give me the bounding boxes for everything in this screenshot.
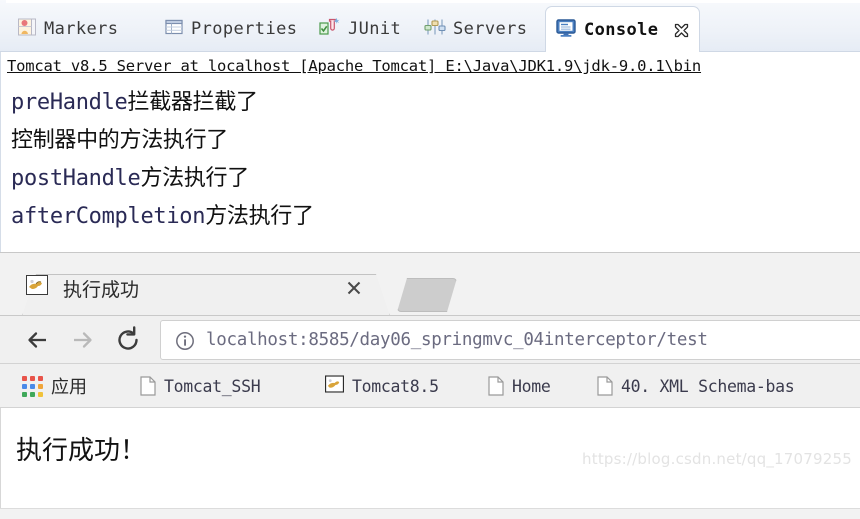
junit-icon <box>319 17 341 42</box>
browser-tabstrip: 执行成功 <box>0 264 860 316</box>
console-line: 控制器中的方法执行了 <box>11 122 860 160</box>
bookmark-home-label: Home <box>512 376 551 396</box>
console-line-ascii: preHandle <box>11 90 128 115</box>
panel-divider <box>0 252 860 256</box>
browser-tab-title: 执行成功 <box>63 279 140 301</box>
page-icon <box>597 376 613 396</box>
console-line: afterCompletion方法执行了 <box>11 198 860 236</box>
markers-icon <box>17 17 37 42</box>
console-line-cn: 拦截器拦截了 <box>127 90 259 115</box>
console-process-header: Tomcat v8.5 Server at localhost [Apache … <box>7 57 702 75</box>
tab-servers-label: Servers <box>453 18 528 39</box>
bookmark-apps[interactable]: 应用 <box>22 372 87 400</box>
bookmarks-bar: 应用 Tomcat_SSH Tomcat8.5 Home 40. XML Sch… <box>0 364 860 408</box>
browser-toolbar: localhost:8585/day06_springmvc_04interce… <box>0 316 860 364</box>
bookmark-tomcat85-label: Tomcat8.5 <box>352 376 439 396</box>
page-icon <box>488 376 504 396</box>
eclipse-view-tabbar: Markers Properties JUnit Servers Console <box>0 0 860 53</box>
browser-tab-inactive[interactable] <box>397 278 457 312</box>
eclipse-console-panel: Markers Properties JUnit Servers Console… <box>0 0 860 256</box>
tab-markers-label: Markers <box>44 18 119 39</box>
tab-close-icon[interactable] <box>345 279 363 297</box>
page-icon <box>140 376 156 396</box>
bookmark-tomcat85[interactable]: Tomcat8.5 <box>325 372 439 400</box>
tab-properties[interactable]: Properties <box>155 6 306 52</box>
bookmark-xml-schema[interactable]: 40. XML Schema-bas <box>597 372 795 400</box>
tab-markers[interactable]: Markers <box>8 6 127 52</box>
tab-servers[interactable]: Servers <box>415 6 536 52</box>
console-line-cn: 控制器中的方法执行了 <box>11 128 229 153</box>
bookmark-xml-schema-label: 40. XML Schema-bas <box>621 376 795 396</box>
page-content: 执行成功！ https://blog.csdn.net/qq_17079255 <box>0 408 860 518</box>
tomcat-favicon <box>325 375 344 397</box>
tab-console-label: Console <box>584 19 659 40</box>
tab-junit[interactable]: JUnit <box>310 6 410 52</box>
console-line-cn: 方法执行了 <box>205 204 314 229</box>
address-bar-url[interactable]: localhost:8585/day06_springmvc_04interce… <box>206 330 708 350</box>
console-line-cn: 方法执行了 <box>140 166 249 191</box>
console-log-lines: preHandle拦截器拦截了 控制器中的方法执行了 postHandle方法执… <box>11 84 860 236</box>
chrome-browser-window: 执行成功 localhost:8585/day06_springmvc_04in… <box>0 264 860 518</box>
page-info-icon[interactable] <box>175 331 195 351</box>
tab-console[interactable]: Console <box>545 6 701 53</box>
page-body-text: 执行成功！ <box>16 436 147 466</box>
bookmark-tomcat-ssh-label: Tomcat_SSH <box>164 376 261 396</box>
back-button[interactable] <box>22 324 54 356</box>
watermark-text: https://blog.csdn.net/qq_17079255 <box>582 450 852 468</box>
reload-button[interactable] <box>112 324 144 356</box>
servers-icon <box>424 17 446 42</box>
console-line-ascii: postHandle <box>11 166 141 191</box>
tab-properties-label: Properties <box>191 18 298 39</box>
console-line: preHandle拦截器拦截了 <box>11 84 860 122</box>
console-output-area[interactable]: Tomcat v8.5 Server at localhost [Apache … <box>0 52 860 256</box>
tomcat-favicon <box>26 275 48 295</box>
console-line-ascii: afterCompletion <box>11 204 206 229</box>
window-bottom-edge <box>0 508 860 519</box>
address-bar[interactable]: localhost:8585/day06_springmvc_04interce… <box>160 320 860 360</box>
tab-junit-label: JUnit <box>348 18 402 39</box>
close-icon[interactable] <box>673 22 690 39</box>
bookmark-home[interactable]: Home <box>488 372 551 400</box>
properties-icon <box>164 17 184 42</box>
bookmark-apps-label: 应用 <box>51 377 87 398</box>
bookmark-tomcat-ssh[interactable]: Tomcat_SSH <box>140 372 261 400</box>
forward-button[interactable] <box>66 324 98 356</box>
console-line: postHandle方法执行了 <box>11 160 860 198</box>
console-icon <box>555 18 577 43</box>
apps-grid-icon <box>22 375 43 397</box>
